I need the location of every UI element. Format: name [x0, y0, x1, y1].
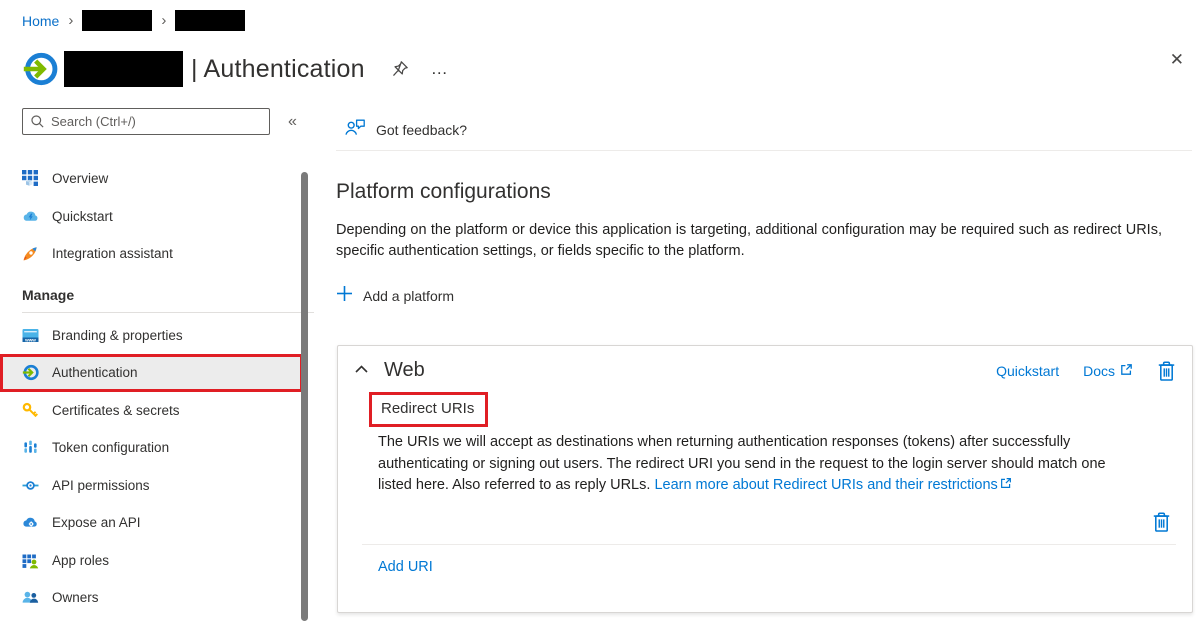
- sidebar-item-quickstart[interactable]: Quickstart: [0, 198, 336, 236]
- search-icon: [30, 114, 45, 134]
- chevron-up-icon: [354, 363, 369, 378]
- divider: [22, 312, 314, 313]
- sidebar-item-label: API permissions: [52, 478, 150, 493]
- svg-text:www: www: [24, 337, 36, 342]
- sidebar: « Overview: [0, 108, 336, 621]
- breadcrumb-home-link[interactable]: Home: [22, 13, 59, 29]
- close-icon[interactable]: ✕: [1170, 50, 1184, 70]
- sidebar-item-label: Overview: [52, 171, 108, 186]
- app-registration-auth-icon: [22, 51, 58, 87]
- breadcrumb-redacted-item[interactable]: [175, 10, 245, 31]
- redirect-uri-row: [338, 511, 1192, 533]
- sidebar-item-label: Branding & properties: [52, 328, 183, 343]
- more-options-button[interactable]: …: [429, 57, 451, 81]
- branding-icon: www: [22, 327, 39, 344]
- sidebar-item-authentication[interactable]: Authentication: [0, 354, 303, 392]
- redirect-uris-heading: Redirect URIs: [381, 400, 474, 417]
- breadcrumb-separator: ›: [160, 13, 167, 28]
- sidebar-item-owners[interactable]: Owners: [0, 579, 336, 617]
- sidebar-item-label: Token configuration: [52, 440, 169, 455]
- divider: [336, 150, 1192, 151]
- sidebar-item-label: Integration assistant: [52, 246, 173, 261]
- redacted-app-name: [64, 51, 183, 87]
- sidebar-item-api-permissions[interactable]: API permissions: [0, 467, 336, 505]
- breadcrumb-redacted-item[interactable]: [82, 10, 152, 31]
- web-card-title: Web: [384, 359, 425, 382]
- search-input[interactable]: [22, 108, 270, 135]
- platform-configurations-description: Depending on the platform or device this…: [336, 220, 1162, 262]
- sidebar-nav: Overview Quickstart: [0, 160, 336, 617]
- breadcrumb: Home › ›: [22, 10, 245, 31]
- page-title: | Authentication: [191, 55, 365, 84]
- pin-button[interactable]: [389, 58, 411, 80]
- got-feedback-button[interactable]: Got feedback?: [336, 108, 1200, 144]
- learn-more-link[interactable]: Learn more about Redirect URIs and their…: [654, 477, 1011, 493]
- sidebar-item-label: Expose an API: [52, 515, 141, 530]
- app-registration-authentication-page: Home › › | Authentication … ✕: [0, 0, 1200, 621]
- add-uri-link[interactable]: Add URI: [378, 559, 433, 575]
- sidebar-item-label: Owners: [52, 590, 99, 605]
- web-platform-card: Web Quickstart Docs Redirect URIs The UR…: [337, 345, 1193, 613]
- collapse-web-card-button[interactable]: [352, 361, 371, 380]
- authentication-icon: [22, 364, 39, 381]
- owners-icon: [22, 589, 39, 606]
- sidebar-item-token-configuration[interactable]: Token configuration: [0, 429, 336, 467]
- sidebar-item-label: Quickstart: [52, 209, 113, 224]
- platform-configurations-heading: Platform configurations: [336, 180, 1200, 204]
- overview-icon: [22, 170, 39, 187]
- sidebar-item-label: Authentication: [52, 365, 138, 380]
- feedback-icon: [345, 118, 366, 142]
- api-permissions-icon: [22, 477, 39, 494]
- page-header: | Authentication … ✕: [22, 40, 1200, 98]
- quickstart-icon: [22, 208, 39, 225]
- integration-assistant-icon: [22, 245, 39, 262]
- main-content: Got feedback? Platform configurations De…: [336, 108, 1200, 621]
- sidebar-item-overview[interactable]: Overview: [0, 160, 336, 198]
- external-link-icon: [1120, 363, 1133, 379]
- feedback-label: Got feedback?: [376, 122, 467, 138]
- token-configuration-icon: [22, 439, 39, 456]
- sidebar-section-manage: Manage: [0, 284, 336, 306]
- ellipsis-icon: …: [431, 59, 449, 79]
- sidebar-item-branding-properties[interactable]: www Branding & properties: [0, 317, 336, 355]
- collapse-sidebar-button[interactable]: «: [284, 111, 301, 133]
- add-platform-button[interactable]: Add a platform: [336, 285, 454, 307]
- delete-web-platform-icon[interactable]: [1157, 360, 1176, 382]
- expose-api-icon: [22, 514, 39, 531]
- redirect-uris-description: The URIs we will accept as destinations …: [378, 432, 1142, 497]
- sidebar-item-label: Certificates & secrets: [52, 403, 180, 418]
- breadcrumb-separator: ›: [67, 13, 74, 28]
- app-roles-icon: [22, 552, 39, 569]
- sidebar-scrollbar[interactable]: [301, 172, 308, 621]
- docs-link[interactable]: Docs: [1083, 363, 1133, 379]
- redirect-uris-annotation-box: Redirect URIs: [369, 392, 488, 427]
- pin-icon: [391, 60, 409, 78]
- sidebar-item-integration-assistant[interactable]: Integration assistant: [0, 235, 336, 273]
- key-icon: [22, 402, 39, 419]
- external-link-icon: [1000, 477, 1012, 493]
- sidebar-item-certificates-secrets[interactable]: Certificates & secrets: [0, 392, 336, 430]
- plus-icon: [336, 285, 353, 307]
- sidebar-item-label: App roles: [52, 553, 109, 568]
- delete-uri-icon[interactable]: [1152, 511, 1171, 533]
- divider: [362, 544, 1176, 545]
- quickstart-link[interactable]: Quickstart: [996, 363, 1059, 379]
- sidebar-item-app-roles[interactable]: App roles: [0, 542, 336, 580]
- add-platform-label: Add a platform: [363, 288, 454, 304]
- sidebar-item-expose-an-api[interactable]: Expose an API: [0, 504, 336, 542]
